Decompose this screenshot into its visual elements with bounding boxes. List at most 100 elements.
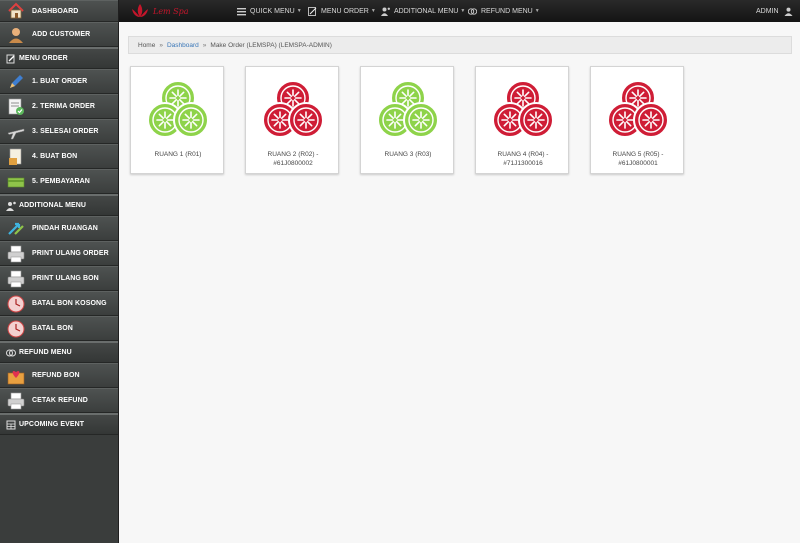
sidebar-item-label: REFUND MENU [19, 349, 72, 356]
room-name: RUANG 1 (R01) [154, 151, 202, 158]
sidebar-item-refund-bon[interactable]: REFUND BON [0, 363, 118, 388]
quick-menu-dropdown[interactable]: QUICK MENU ▼ [237, 0, 302, 22]
room-card-4[interactable]: RUANG 4 (R04) - #71J1300016 [475, 66, 569, 174]
room-label: RUANG 5 (R05) - #61J0800001 [591, 150, 685, 168]
clock-icon [6, 319, 26, 339]
lotus-logo-icon [132, 4, 148, 17]
menu-label: REFUND MENU [481, 7, 533, 15]
refund-menu-dropdown[interactable]: REFUND MENU ▼ [468, 0, 540, 22]
room-name: RUANG 3 (R03) [384, 151, 432, 158]
logo-text: Lem Spa [153, 6, 189, 16]
sidebar-section-menu-order[interactable]: MENU ORDER [0, 47, 118, 69]
user-icon [784, 7, 793, 16]
breadcrumb-current: Make Order (LEMSPA) (LEMSPA-ADMIN) [210, 41, 332, 49]
room-label: RUANG 4 (R04) - #71J1300016 [476, 150, 570, 168]
user-icon [6, 25, 26, 45]
sidebar-item-print-ulang-order[interactable]: PRINT ULANG ORDER [0, 241, 118, 266]
clock-icon [6, 294, 26, 314]
receipt-icon [6, 147, 26, 167]
sidebar-item-batal-bon-kosong[interactable]: BATAL BON KOSONG [0, 291, 118, 316]
room-label: RUANG 3 (R03) [361, 150, 455, 159]
room-card-1[interactable]: RUANG 1 (R01) [130, 66, 224, 174]
sidebar-item-pindah-ruangan[interactable]: PINDAH RUANGAN [0, 216, 118, 241]
edit-icon [308, 6, 317, 16]
printer-icon [6, 269, 26, 289]
coins-icon [468, 7, 477, 15]
room-card-3[interactable]: RUANG 3 (R03) [360, 66, 454, 174]
printer-icon [6, 391, 26, 411]
caret-down-icon: ▼ [296, 8, 302, 14]
sidebar: DASHBOARD ADD CUSTOMER MENU ORDER 1. BUA… [0, 0, 119, 543]
user-gear-icon [6, 201, 16, 211]
breadcrumb-separator: » [159, 41, 163, 49]
document-check-icon [6, 97, 26, 117]
user-menu[interactable]: ADMIN [756, 0, 793, 22]
room-status-icon [377, 80, 439, 138]
sidebar-item-label: ADDITIONAL MENU [19, 202, 87, 209]
sidebar-item-cetak-refund[interactable]: CETAK REFUND [0, 388, 118, 413]
sidebar-item-label: 5. PEMBAYARAN [32, 178, 90, 185]
menu-order-dropdown[interactable]: MENU ORDER ▼ [308, 0, 376, 22]
sidebar-item-label: ADD CUSTOMER [32, 31, 91, 38]
sidebar-item-label: 3. SELESAI ORDER [32, 128, 99, 135]
user-gear-icon [381, 7, 390, 16]
sidebar-item-label: PINDAH RUANGAN [32, 225, 98, 232]
room-status-icon [147, 80, 209, 138]
sidebar-item-buat-order[interactable]: 1. BUAT ORDER [0, 69, 118, 94]
sidebar-item-dashboard[interactable]: DASHBOARD [0, 0, 118, 22]
main-content: Home» Dashboard» Make Order (LEMSPA) (LE… [119, 22, 800, 543]
list-icon [237, 7, 246, 15]
home-icon [6, 1, 26, 21]
room-name: RUANG 5 (R05) - [612, 151, 664, 158]
breadcrumb: Home» Dashboard» Make Order (LEMSPA) (LE… [128, 36, 792, 54]
sidebar-item-label: 2. TERIMA ORDER [32, 103, 96, 110]
sidebar-item-label: UPCOMING EVENT [19, 421, 85, 428]
sidebar-item-print-ulang-bon[interactable]: PRINT ULANG BON [0, 266, 118, 291]
plane-icon [6, 122, 26, 142]
sidebar-item-label: REFUND BON [32, 372, 80, 379]
breadcrumb-dashboard-link[interactable]: Dashboard [167, 42, 199, 49]
sidebar-item-label: PRINT ULANG BON [32, 275, 99, 282]
sidebar-item-batal-bon[interactable]: BATAL BON [0, 316, 118, 341]
room-name: RUANG 2 (R02) - [267, 151, 319, 158]
room-order-code: #71J1300016 [503, 160, 543, 167]
edit-icon [6, 54, 16, 64]
breadcrumb-separator: » [202, 41, 207, 49]
sidebar-section-upcoming-event[interactable]: UPCOMING EVENT [0, 413, 118, 435]
room-order-code: #61J0800002 [273, 160, 313, 167]
heart-box-icon [6, 366, 26, 386]
sidebar-item-pembayaran[interactable]: 5. PEMBAYARAN [0, 169, 118, 194]
sidebar-item-label: 1. BUAT ORDER [32, 78, 88, 85]
breadcrumb-home[interactable]: Home [138, 42, 155, 49]
sidebar-section-refund-menu[interactable]: REFUND MENU [0, 341, 118, 363]
user-name: ADMIN [756, 7, 779, 15]
top-navbar: Lem Spa QUICK MENU ▼ MENU ORDER ▼ ADDITION… [119, 0, 800, 22]
additional-menu-dropdown[interactable]: ADDITIONAL MENU ▼ [381, 0, 465, 22]
printer-icon [6, 244, 26, 264]
sidebar-item-label: BATAL BON KOSONG [32, 300, 107, 307]
sidebar-section-additional-menu[interactable]: ADDITIONAL MENU [0, 194, 118, 216]
menu-label: MENU ORDER [321, 7, 369, 15]
room-card-5[interactable]: RUANG 5 (R05) - #61J0800001 [590, 66, 684, 174]
caret-down-icon: ▼ [370, 8, 376, 14]
sidebar-item-label: MENU ORDER [19, 55, 68, 62]
sidebar-item-add-customer[interactable]: ADD CUSTOMER [0, 22, 118, 47]
room-label: RUANG 2 (R02) - #61J0800002 [246, 150, 340, 168]
coins-icon [6, 348, 16, 358]
caret-down-icon: ▼ [534, 8, 540, 14]
sidebar-item-label: 4. BUAT BON [32, 153, 78, 160]
calendar-icon [6, 420, 16, 430]
room-status-icon [492, 80, 554, 138]
sidebar-item-label: DASHBOARD [32, 7, 79, 15]
sidebar-item-buat-bon[interactable]: 4. BUAT BON [0, 144, 118, 169]
sidebar-item-selesai-order[interactable]: 3. SELESAI ORDER [0, 119, 118, 144]
brand-logo[interactable]: Lem Spa [129, 2, 189, 20]
room-card-2[interactable]: RUANG 2 (R02) - #61J0800002 [245, 66, 339, 174]
sidebar-item-label: PRINT ULANG ORDER [32, 250, 109, 257]
pencil-icon [6, 72, 26, 92]
cash-icon [6, 172, 26, 192]
room-label: RUANG 1 (R01) [131, 150, 225, 159]
sidebar-item-terima-order[interactable]: 2. TERIMA ORDER [0, 94, 118, 119]
sidebar-item-label: BATAL BON [32, 325, 73, 332]
menu-label: QUICK MENU [250, 7, 295, 15]
